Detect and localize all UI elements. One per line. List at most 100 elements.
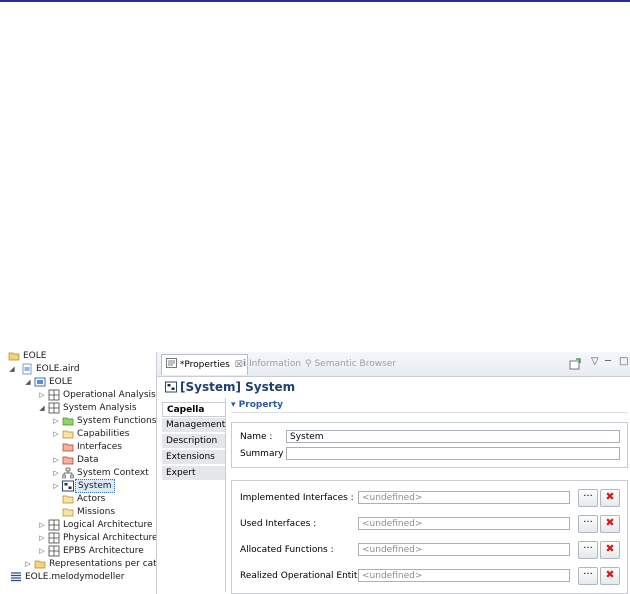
system-icon [165,381,177,393]
pin-view-icon[interactable] [569,358,581,370]
tab-semantic-browser-label: Semantic Browser [314,359,397,369]
folder-open-icon [62,495,74,504]
tree-item-label: Missions [77,507,116,517]
expand-arrow-icon[interactable]: ▷ [38,519,46,532]
folder-red-icon [62,443,74,452]
side-tab-extensions[interactable]: Extensions [162,450,225,465]
maximize-icon[interactable]: □ [619,356,628,367]
view-tab-bar: *Properties ☒ i Information ⚲ Semantic B… [157,352,630,377]
section-divider [231,412,628,413]
tree-item-label: EOLE [49,377,73,387]
implemented-interfaces-delete-button[interactable]: ✖ [600,489,620,507]
tree-item-label: Physical Architecture [63,533,158,543]
implemented-interfaces-field[interactable]: <undefined> [358,491,570,504]
implemented-interfaces-browse-button[interactable]: ··· [578,489,598,507]
used-interfaces-delete-button[interactable]: ✖ [600,515,620,533]
realized-operational-entities-field[interactable]: <undefined> [358,569,570,582]
relationships-group: Implemented Interfaces : <undefined> ···… [231,480,628,594]
side-tab-management[interactable]: Management [162,418,225,433]
model-file-icon [11,572,21,582]
expand-arrow-icon[interactable]: ▷ [52,454,60,467]
tree-item-label: Data [77,455,99,465]
grid-icon [48,545,60,557]
expand-arrow-icon[interactable]: ▷ [38,389,46,402]
folder-icon [8,352,20,361]
grid-icon [48,389,60,401]
realized-operational-entities-label: Realized Operational Entities : [240,571,376,581]
tree-item-label: EPBS Architecture [63,546,144,556]
properties-view: *Properties ☒ i Information ⚲ Semantic B… [156,352,630,594]
realized-operational-entities-delete-button[interactable]: ✖ [600,567,620,585]
tab-properties-label: *Properties [179,360,230,370]
side-tab-description[interactable]: Description [162,434,225,449]
expand-arrow-icon[interactable]: ▷ [52,467,60,480]
expand-arrow-icon[interactable]: ▷ [52,480,60,493]
tree-item-label: Interfaces [77,442,122,452]
tab-information[interactable]: i Information [243,356,301,372]
project-explorer-tree: EOLE ◢ EOLE.aird ◢ EOLE ▷ Operational An… [0,350,173,594]
name-field[interactable]: System [286,430,620,443]
view-menu-icon[interactable]: ▽ [591,356,599,367]
expand-arrow-icon[interactable]: ▷ [52,428,60,441]
tree-item-label: Representations per catego [49,559,174,569]
allocated-functions-delete-button[interactable]: ✖ [600,541,620,559]
tree-item-label: System Functions [77,416,157,426]
side-tab-capella[interactable]: Capella [162,402,225,417]
tree-item-label: Logical Architecture [63,520,153,530]
grid-icon [48,402,60,414]
semantic-browser-icon: ⚲ [305,359,312,369]
expand-arrow-icon[interactable]: ▷ [24,558,32,571]
summary-label: Summary : [240,449,290,459]
expand-arrow-icon[interactable]: ▷ [52,415,60,428]
context-icon [62,467,74,479]
section-title: Property [238,400,284,410]
folder-red-icon [62,456,74,465]
tab-semantic-browser[interactable]: ⚲ Semantic Browser [305,356,396,372]
side-tab-expert[interactable]: Expert [162,466,225,481]
expand-arrow-icon[interactable]: ▷ [38,545,46,558]
chevron-down-icon: ▾ [231,400,236,410]
page-title: [System] System [180,380,296,394]
tree-item-label: Operational Analysis [63,390,156,400]
collapse-arrow-icon[interactable]: ◢ [24,376,32,389]
name-label: Name : [240,432,273,442]
expand-arrow-icon[interactable]: ▷ [38,532,46,545]
close-icon[interactable]: ☒ [235,360,243,370]
allocated-functions-field[interactable]: <undefined> [358,543,570,556]
folder-green-icon [62,417,74,426]
tab-information-label: Information [248,359,302,369]
grid-icon [48,532,60,544]
folder-open-icon [62,430,74,439]
tree-item-label: EOLE.melodymodeller [25,572,125,582]
name-summary-group: Name : System Summary : [231,422,628,468]
aird-file-icon [22,363,32,375]
page-title-row: [System] System [165,378,295,396]
realized-operational-entities-browse-button[interactable]: ··· [578,567,598,585]
minimize-icon[interactable]: ─ [605,356,611,367]
tab-properties[interactable]: *Properties ☒ [161,354,248,375]
property-panel: ▾ Property Name : System Summary : Imple… [225,398,628,594]
implemented-interfaces-label: Implemented Interfaces : [240,493,354,503]
used-interfaces-label: Used Interfaces : [240,519,317,529]
allocated-functions-label: Allocated Functions : [240,545,334,555]
folder-icon [34,560,46,569]
tree-item-label: EOLE [23,351,47,361]
tree-item-label: Capabilities [77,429,130,439]
tree-item-label: Actors [77,494,106,504]
folder-open-icon [62,508,74,517]
used-interfaces-browse-button[interactable]: ··· [578,515,598,533]
section-header-property[interactable]: ▾ Property [231,400,283,410]
collapse-arrow-icon[interactable]: ◢ [38,402,46,415]
project-icon [34,377,46,387]
tree-item-label: System [75,479,115,493]
used-interfaces-field[interactable]: <undefined> [358,517,570,530]
system-icon [62,480,74,492]
property-side-tabs: Capella Management Description Extension… [162,402,225,592]
summary-field[interactable] [286,447,620,460]
info-icon: i [243,359,247,369]
grid-icon [48,519,60,531]
collapse-arrow-icon[interactable]: ◢ [8,363,16,376]
tree-item-label: EOLE.aird [36,364,80,374]
allocated-functions-browse-button[interactable]: ··· [578,541,598,559]
top-accent-line [0,0,630,2]
